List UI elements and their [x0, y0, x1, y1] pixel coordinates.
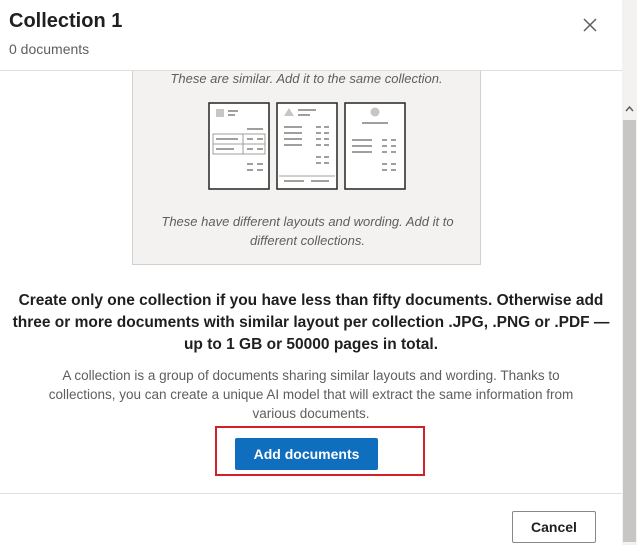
collection-instructions: Create only one collection if you have l… — [12, 292, 610, 353]
document-layouts-image — [208, 102, 406, 190]
close-button[interactable] — [578, 13, 602, 37]
different-caption: These have different layouts and wording… — [161, 214, 454, 248]
vertical-scrollbar[interactable] — [622, 0, 637, 545]
footer-divider — [0, 493, 622, 494]
dialog-title: Collection 1 — [9, 10, 123, 32]
dialog-header: Collection 1 0 documents — [0, 0, 622, 71]
document-count: 0 documents — [9, 41, 90, 57]
close-icon — [583, 18, 597, 32]
document-illustration: These are similar. Add it to the same co… — [132, 71, 481, 265]
cancel-button[interactable]: Cancel — [512, 511, 596, 543]
scrollbar-thumb[interactable] — [623, 120, 636, 542]
scroll-up-arrow-icon[interactable] — [622, 102, 637, 116]
similar-caption: These are similar. Add it to the same co… — [170, 71, 443, 86]
collection-description: A collection is a group of documents sha… — [48, 368, 574, 421]
add-documents-button[interactable]: Add documents — [235, 438, 378, 470]
